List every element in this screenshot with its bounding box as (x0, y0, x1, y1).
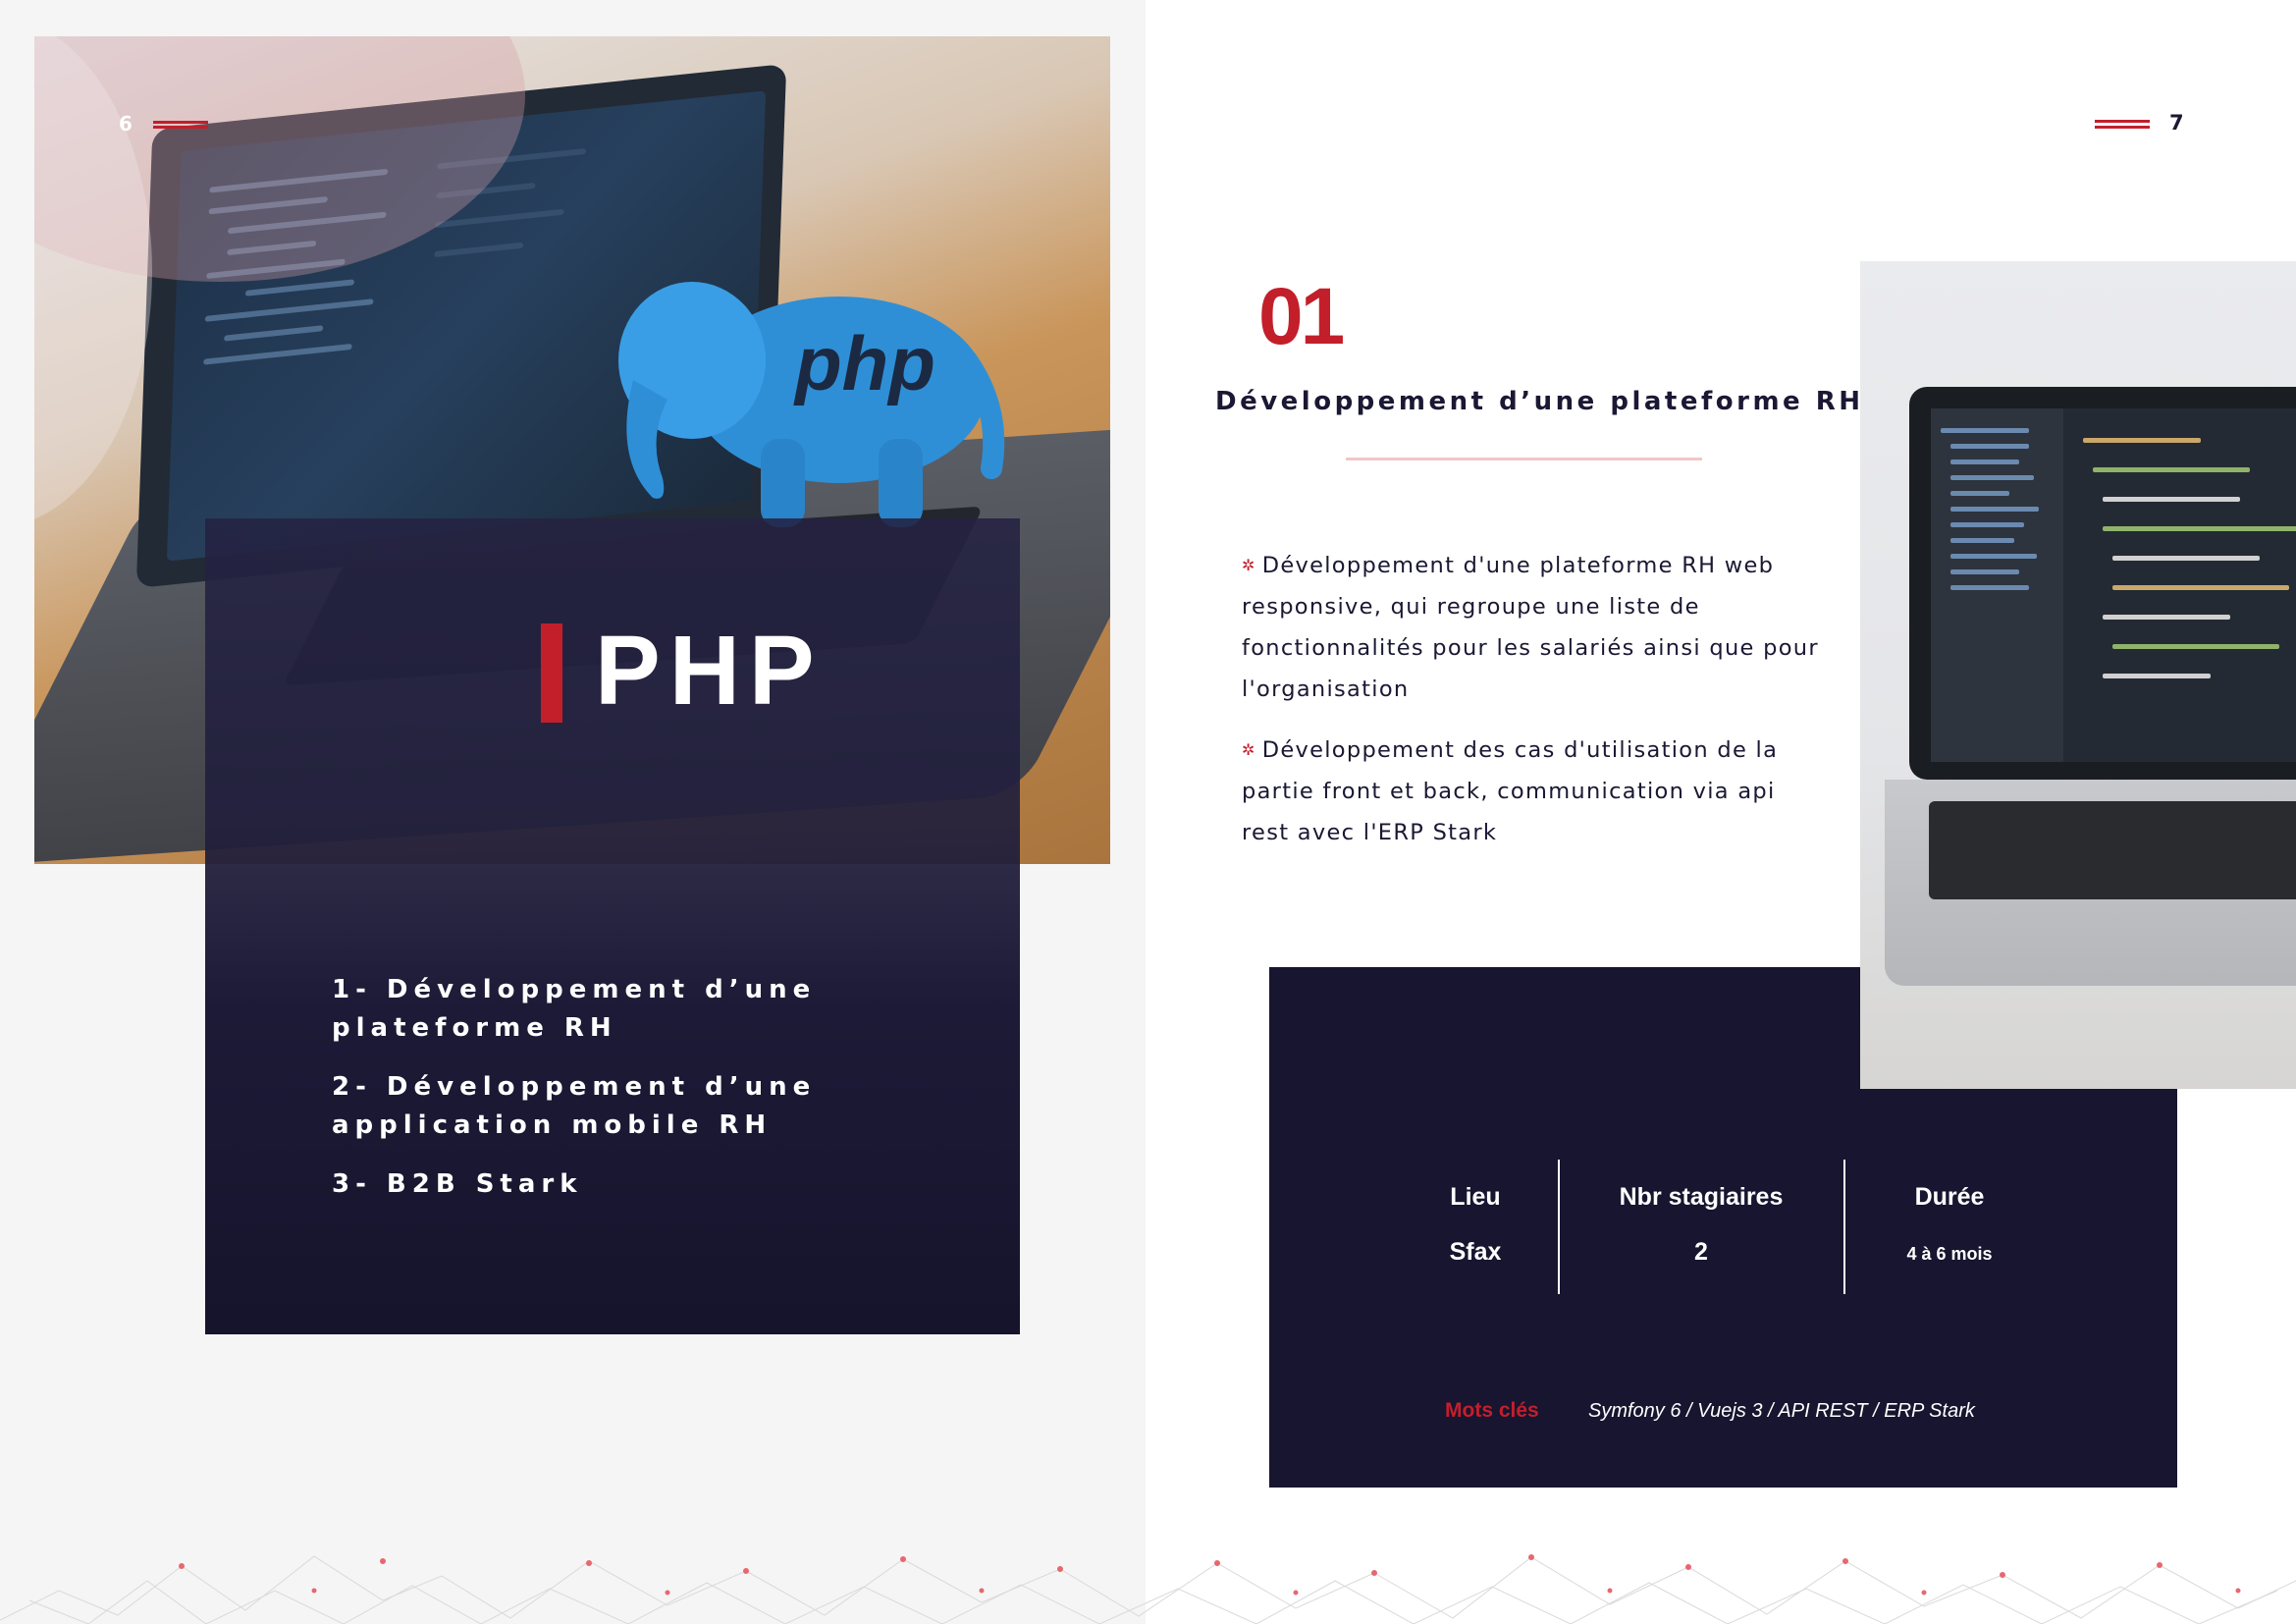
project-item: 1- Développement d’une plateforme RH (332, 975, 817, 1043)
technology-title: PHP (595, 616, 824, 726)
star-bullet-icon: ✲ (1242, 556, 1256, 574)
keyboard-shape (1929, 801, 2296, 899)
info-value: Sfax (1449, 1238, 1502, 1266)
network-pattern (0, 1554, 2296, 1624)
info-column-interns: Nbr stagiaires 2 (1578, 1183, 1824, 1267)
info-label: Durée (1914, 1183, 1985, 1211)
keywords-label: Mots clés (1445, 1399, 1539, 1422)
svg-text:php: php (793, 320, 935, 406)
keywords-text: Symfony 6 / Vuejs 3 / API REST / ERP Sta… (1588, 1400, 1975, 1422)
accent-bar (541, 623, 562, 723)
info-value: 4 à 6 mois (1906, 1244, 1993, 1264)
section-title: Développement d’une plateforme RH (1215, 387, 1864, 416)
bullet-text: Développement d'une plateforme RH web re… (1242, 553, 1819, 702)
double-line-icon (153, 121, 208, 129)
description-bullet: ✲ Développement des cas d'utilisation de … (1242, 730, 1831, 853)
description-bullet: ✲ Développement d'une plateforme RH web r… (1242, 545, 1831, 710)
double-line-icon (2095, 120, 2150, 129)
laptop-photo (1860, 261, 2296, 1089)
star-bullet-icon: ✲ (1242, 740, 1256, 759)
laptop-screen-shape (1931, 408, 2296, 762)
info-label: Lieu (1450, 1183, 1501, 1211)
info-label: Nbr stagiaires (1619, 1183, 1784, 1211)
bullet-text: Développement des cas d'utilisation de l… (1242, 737, 1779, 845)
php-elephant-image: php (618, 282, 1005, 527)
page-number-left: 6 (119, 112, 133, 135)
title-divider (1346, 458, 1702, 460)
project-item: 2- Développement d’une application mobil… (332, 1072, 817, 1140)
info-column-location: Lieu Sfax (1353, 1183, 1598, 1267)
page-number-right: 7 (2169, 111, 2184, 135)
section-description: ✲ Développement d'une plateforme RH web r… (1242, 545, 1831, 873)
info-value: 2 (1694, 1238, 1708, 1266)
info-column-duration: Durée 4 à 6 mois (1827, 1183, 2072, 1265)
section-number: 01 (1258, 272, 1345, 361)
project-item: 3- B2B Stark (332, 1169, 583, 1199)
info-divider (1558, 1160, 1560, 1294)
project-list: 1- Développement d’une plateforme RH 2- … (332, 971, 842, 1224)
